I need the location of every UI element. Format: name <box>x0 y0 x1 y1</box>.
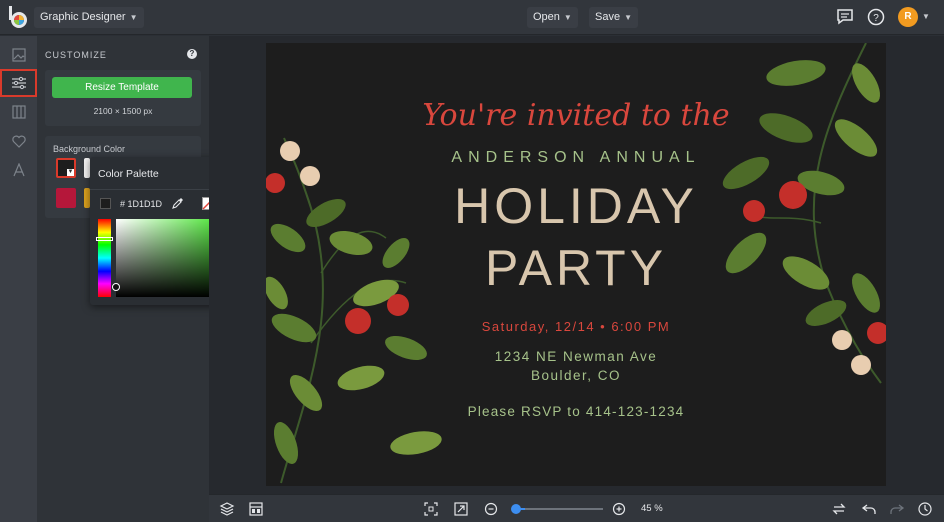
help-icon[interactable]: ? <box>867 8 885 26</box>
chevron-down-icon: ▼ <box>129 13 138 22</box>
invite-title-holiday[interactable]: HOLIDAY <box>266 177 886 235</box>
image-icon <box>11 48 26 62</box>
invite-address-line2[interactable]: Boulder, CO <box>266 368 886 383</box>
color-palette-title: Color Palette <box>98 168 159 180</box>
undo-icon[interactable] <box>861 501 877 517</box>
current-color-swatch <box>100 198 111 209</box>
invitation-canvas[interactable]: You're invited to the ANDERSON ANNUAL HO… <box>266 43 886 486</box>
rail-item-images[interactable] <box>0 41 37 69</box>
template-dimensions: 2100 × 1500 px <box>93 106 153 116</box>
resize-section: Resize Template 2100 × 1500 px <box>45 70 201 126</box>
chevron-down-icon: ▼ <box>563 13 572 22</box>
eyedropper-icon[interactable] <box>172 197 184 209</box>
history-icon[interactable] <box>917 501 933 517</box>
grid-layout-icon[interactable] <box>248 501 264 517</box>
rail-item-customize[interactable] <box>0 69 37 97</box>
left-rail <box>0 36 37 522</box>
text-icon <box>12 163 25 177</box>
chevron-down-icon: ▼ <box>67 169 74 176</box>
columns-icon <box>11 105 26 119</box>
invite-script-line[interactable]: You're invited to the <box>266 98 886 133</box>
fit-to-screen-icon[interactable] <box>423 501 439 517</box>
invite-subtitle[interactable]: ANDERSON ANNUAL <box>266 149 886 167</box>
mode-label: Graphic Designer <box>40 11 126 23</box>
redo-icon <box>890 504 905 514</box>
top-bar: Graphic Designer ▼ Open ▼ Save ▼ ? R ▼ <box>0 0 944 35</box>
background-color-label: Background Color <box>53 144 126 154</box>
background-color-swatch[interactable]: ▼ <box>56 158 76 178</box>
rail-item-graphics[interactable] <box>0 127 37 155</box>
color-swatch-crimson[interactable] <box>56 188 76 208</box>
layers-icon[interactable] <box>219 501 235 517</box>
svg-text:?: ? <box>873 13 879 24</box>
open-button[interactable]: Open ▼ <box>527 7 578 28</box>
hue-slider-thumb[interactable] <box>96 237 113 241</box>
color-picker-thumb[interactable] <box>112 283 120 291</box>
invite-address-line1[interactable]: 1234 NE Newman Ave <box>266 349 886 364</box>
comment-icon[interactable] <box>836 8 854 26</box>
help-icon[interactable]: ? <box>187 49 197 59</box>
heart-icon <box>11 135 26 148</box>
app-logo-icon[interactable] <box>7 6 29 29</box>
rail-item-text[interactable] <box>0 156 37 184</box>
chevron-down-icon[interactable]: ▼ <box>922 12 930 21</box>
invite-date[interactable]: Saturday, 12/14 • 6:00 PM <box>266 319 886 334</box>
avatar[interactable]: R <box>898 7 918 27</box>
zoom-level: 45 % <box>641 503 663 514</box>
save-label: Save <box>595 11 621 23</box>
zoom-slider-thumb[interactable] <box>511 504 521 514</box>
invite-title-party[interactable]: PARTY <box>266 239 886 297</box>
chevron-down-icon: ▼ <box>624 13 632 22</box>
zoom-out-icon[interactable] <box>483 501 499 517</box>
bottom-toolbar: 45 % <box>209 494 944 522</box>
swap-icon[interactable] <box>831 501 847 517</box>
open-label: Open <box>533 11 560 23</box>
hex-input[interactable]: # 1D1D1D <box>120 199 162 209</box>
expand-icon[interactable] <box>453 501 469 517</box>
zoom-in-icon[interactable] <box>611 501 627 517</box>
panel-title: CUSTOMIZE <box>45 50 107 60</box>
mode-dropdown[interactable]: Graphic Designer ▼ <box>34 7 144 28</box>
rail-item-layout[interactable] <box>0 98 37 126</box>
resize-template-button[interactable]: Resize Template <box>52 77 192 98</box>
invite-rsvp[interactable]: Please RSVP to 414-123-1234 <box>266 404 886 419</box>
save-button[interactable]: Save ▼ <box>589 7 638 28</box>
sliders-icon <box>11 76 26 90</box>
zoom-slider[interactable] <box>515 508 603 510</box>
hue-slider[interactable] <box>98 219 111 297</box>
